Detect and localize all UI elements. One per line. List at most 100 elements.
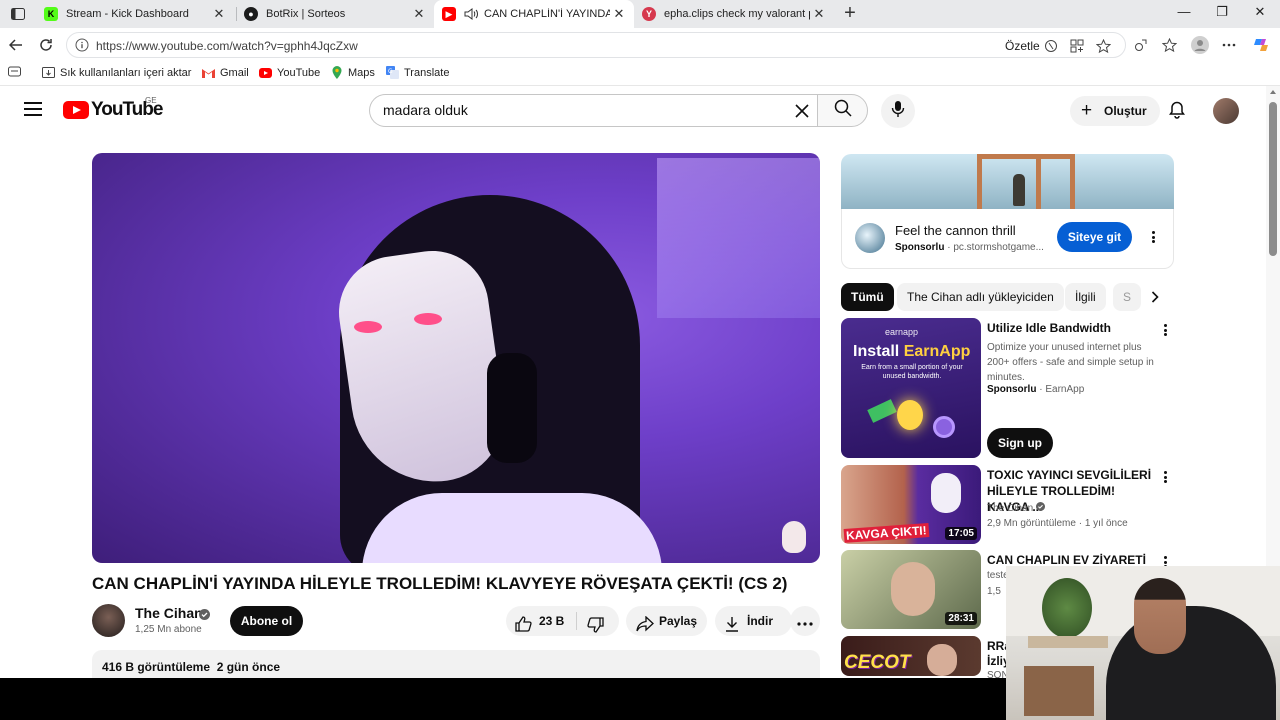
- back-icon[interactable]: [6, 35, 26, 55]
- close-icon[interactable]: ✕: [410, 6, 428, 22]
- close-icon[interactable]: ✕: [210, 6, 228, 22]
- ad-title[interactable]: Feel the cannon thrill: [895, 223, 1016, 238]
- ad-banner-image[interactable]: [841, 154, 1174, 209]
- favorite-star-icon[interactable]: [1094, 37, 1112, 55]
- reading-view-icon[interactable]: [8, 66, 21, 77]
- y-icon: Y: [642, 7, 656, 21]
- chip-all[interactable]: Tümü: [841, 283, 894, 311]
- scroll-up-icon[interactable]: [1270, 90, 1276, 94]
- copilot-icon[interactable]: [1252, 36, 1270, 54]
- rec-menu-icon[interactable]: [1157, 469, 1173, 485]
- tab-epha-clips[interactable]: Y epha.clips check my valorant ping ✕: [634, 0, 834, 28]
- download-button[interactable]: İndir: [715, 606, 792, 636]
- favorites-icon[interactable]: [1160, 36, 1178, 54]
- video-title: CAN CHAPLİN'İ YAYINDA HİLEYLE TROLLEDİM!…: [92, 574, 788, 593]
- more-horizontal-icon: [797, 606, 813, 636]
- youtube-logo[interactable]: YouTube GE: [63, 96, 163, 121]
- dislike-button[interactable]: [587, 614, 604, 644]
- sponsored-label: Sponsorlu: [895, 242, 945, 253]
- like-button[interactable]: [515, 613, 532, 643]
- url-text[interactable]: https://www.youtube.com/watch?v=gphh4Jqc…: [96, 39, 358, 53]
- window-close-icon[interactable]: ✕: [1250, 4, 1270, 24]
- bookmark-youtube[interactable]: YouTube: [259, 66, 320, 79]
- scroll-thumb[interactable]: [1269, 102, 1277, 256]
- ad-domain: pc.stormshotgame...: [953, 242, 1044, 253]
- site-info-icon[interactable]: [75, 38, 89, 57]
- rec-channel[interactable]: The Cihan: [987, 503, 1033, 514]
- bookmark-label: Translate: [404, 66, 450, 79]
- voice-search-button[interactable]: [881, 94, 915, 128]
- tab-youtube-video[interactable]: ▶ CAN CHAPLİN'İ YAYINDA HİL ✕: [434, 0, 634, 28]
- chip-more[interactable]: S: [1113, 283, 1142, 311]
- verified-badge-icon: [1035, 502, 1045, 514]
- thumb-caption: CECOT: [844, 652, 911, 673]
- account-avatar[interactable]: [1213, 98, 1239, 124]
- rec-menu-icon[interactable]: [1157, 322, 1173, 338]
- create-button[interactable]: + Oluştur: [1070, 96, 1160, 126]
- earnapp-headline-b: EarnApp: [903, 343, 971, 360]
- tab-kick[interactable]: K Stream - Kick Dashboard ✕: [36, 0, 234, 28]
- earnapp-thumbnail[interactable]: earnapp Install EarnApp Earn from a smal…: [841, 318, 981, 458]
- video-player[interactable]: [92, 153, 820, 563]
- clear-search-icon[interactable]: [792, 101, 812, 121]
- bookmark-maps[interactable]: Maps: [330, 66, 375, 79]
- youtube-icon: ▶: [442, 7, 456, 21]
- bookmark-import[interactable]: Sık kullanılanları içeri aktar: [42, 66, 191, 79]
- summarize-button[interactable]: Özetle: [1005, 39, 1040, 53]
- channel-avatar[interactable]: [92, 604, 125, 637]
- apps-icon[interactable]: [1068, 37, 1086, 55]
- import-icon: [42, 66, 55, 79]
- more-actions-button[interactable]: [790, 606, 820, 636]
- read-aloud-icon[interactable]: [1042, 37, 1060, 55]
- visit-site-button[interactable]: Siteye git: [1057, 222, 1132, 252]
- earnapp-headline: Install EarnApp: [853, 343, 970, 361]
- new-tab-button[interactable]: +: [839, 3, 861, 25]
- chevron-right-icon[interactable]: [1144, 286, 1166, 308]
- rec-thumbnail[interactable]: 28:31: [841, 550, 981, 629]
- extensions-icon[interactable]: [1132, 36, 1150, 54]
- rec-sponsor-line: Sponsorlu · EarnApp: [987, 384, 1085, 395]
- speaker-icon[interactable]: [464, 8, 478, 20]
- subscribe-button[interactable]: Abone ol: [230, 606, 303, 636]
- refresh-icon[interactable]: [36, 35, 56, 55]
- chip-related[interactable]: İlgili: [1065, 283, 1106, 311]
- channel-name[interactable]: The Cihan: [135, 605, 203, 621]
- profile-icon[interactable]: [1191, 36, 1209, 54]
- close-icon[interactable]: ✕: [610, 6, 628, 22]
- search-button[interactable]: [817, 94, 868, 127]
- share-button[interactable]: Paylaş: [626, 606, 707, 636]
- minimize-icon[interactable]: —: [1174, 4, 1194, 24]
- sponsored-label: Sponsorlu: [987, 384, 1037, 395]
- rec-thumbnail[interactable]: KAVGA ÇIKTI! 17:05: [841, 465, 981, 544]
- share-arrow-icon: [636, 613, 654, 643]
- subscriber-count: 1,25 Mn abone: [135, 624, 202, 635]
- sign-up-button[interactable]: Sign up: [987, 428, 1053, 458]
- search-input[interactable]: madara olduk: [369, 94, 818, 127]
- tab-title: Stream - Kick Dashboard: [66, 8, 189, 20]
- chip-from-uploader[interactable]: The Cihan adlı yükleyiciden: [897, 283, 1064, 311]
- channel-watermark-icon[interactable]: [782, 521, 806, 553]
- rec-title[interactable]: Utilize Idle Bandwidth: [987, 320, 1153, 336]
- ad-card[interactable]: Feel the cannon thrill Sponsorlu · pc.st…: [841, 209, 1174, 269]
- bookmark-gmail[interactable]: Gmail: [202, 66, 249, 79]
- rec-thumbnail[interactable]: CECOT: [841, 636, 981, 676]
- maximize-icon[interactable]: ❐: [1212, 4, 1232, 24]
- close-icon[interactable]: ✕: [810, 6, 828, 22]
- advertiser-logo[interactable]: [855, 223, 885, 253]
- tab-actions-icon[interactable]: [8, 4, 28, 24]
- description-box[interactable]: 416 B görüntüleme 2 gün önce: [92, 650, 820, 678]
- ad-menu-icon[interactable]: [1145, 229, 1161, 245]
- gmail-icon: [202, 66, 215, 79]
- like-dislike-group: 23 B: [506, 606, 619, 636]
- bookmark-translate[interactable]: G Translate: [386, 66, 449, 79]
- more-options-icon[interactable]: [1220, 36, 1238, 54]
- view-count: 416 B görüntüleme: [102, 660, 211, 674]
- guide-menu-icon[interactable]: [24, 100, 42, 118]
- sidebar-ad-earnapp[interactable]: earnapp Install EarnApp Earn from a smal…: [841, 318, 1174, 458]
- notifications-bell-icon[interactable]: [1167, 100, 1187, 120]
- earnapp-headline-a: Install: [853, 343, 904, 360]
- plus-icon: +: [1081, 100, 1093, 121]
- tab-botrix[interactable]: ● BotRix | Sorteos ✕: [236, 0, 434, 28]
- rec-video-toxic[interactable]: KAVGA ÇIKTI! 17:05 TOXIC YAYINCI SEVGİLİ…: [841, 465, 1174, 544]
- address-bar[interactable]: https://www.youtube.com/watch?v=gphh4Jqc…: [66, 32, 1126, 58]
